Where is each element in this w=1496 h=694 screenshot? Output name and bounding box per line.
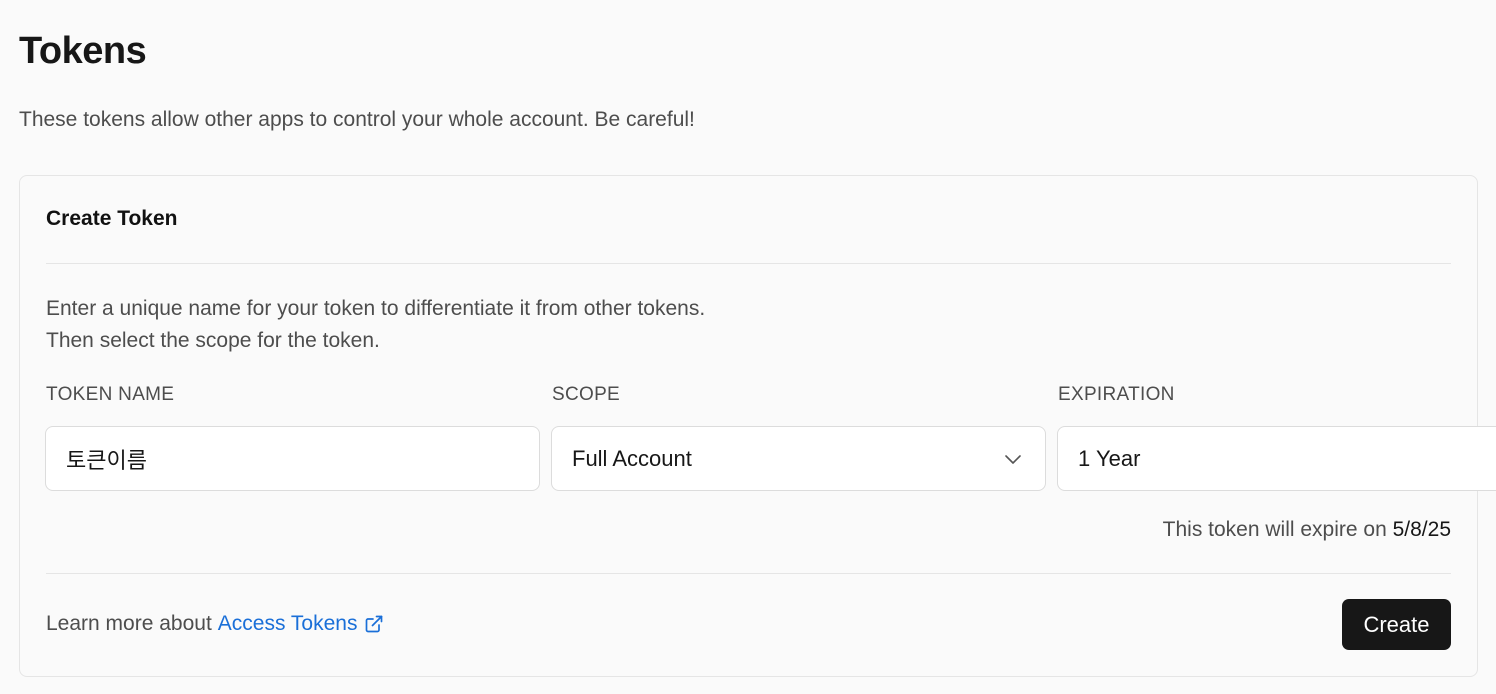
token-name-input[interactable] bbox=[66, 445, 539, 472]
token-name-field[interactable] bbox=[45, 426, 540, 491]
expire-note-prefix: This token will expire on bbox=[1162, 518, 1387, 541]
divider bbox=[46, 263, 1451, 264]
create-button[interactable]: Create bbox=[1342, 599, 1451, 650]
access-tokens-link-label: Access Tokens bbox=[217, 612, 358, 635]
learn-more-prefix: Learn more about bbox=[46, 612, 212, 635]
scope-label: SCOPE bbox=[552, 384, 621, 405]
divider bbox=[46, 573, 1451, 574]
create-token-card: Create Token Enter a unique name for you… bbox=[19, 175, 1496, 677]
external-link-icon bbox=[366, 615, 383, 633]
instructions-line-1: Enter a unique name for your token to di… bbox=[46, 297, 706, 320]
instructions: Enter a unique name for your token to di… bbox=[46, 293, 705, 357]
scope-selected-value: Full Account bbox=[572, 445, 692, 471]
expire-note: This token will expire on 5/8/25 bbox=[1163, 518, 1451, 542]
instructions-line-2: Then select the scope for the token. bbox=[46, 329, 380, 352]
page-title: Tokens bbox=[19, 30, 147, 72]
expiration-selected-value: 1 Year bbox=[1078, 445, 1141, 471]
page-description: These tokens allow other apps to control… bbox=[19, 108, 695, 131]
card-title: Create Token bbox=[46, 207, 178, 230]
scope-select[interactable]: Full Account bbox=[551, 426, 1046, 491]
access-tokens-link[interactable]: Access Tokens bbox=[218, 612, 385, 636]
token-name-label: TOKEN NAME bbox=[46, 384, 175, 405]
chevron-down-icon bbox=[1005, 455, 1021, 464]
tokens-page: Tokens These tokens allow other apps to … bbox=[0, 0, 1496, 694]
expire-date: 5/8/25 bbox=[1392, 518, 1451, 541]
expiration-select[interactable]: 1 Year bbox=[1057, 426, 1496, 491]
learn-more: Learn more about Access Tokens bbox=[46, 612, 384, 636]
expiration-label: EXPIRATION bbox=[1058, 384, 1175, 405]
